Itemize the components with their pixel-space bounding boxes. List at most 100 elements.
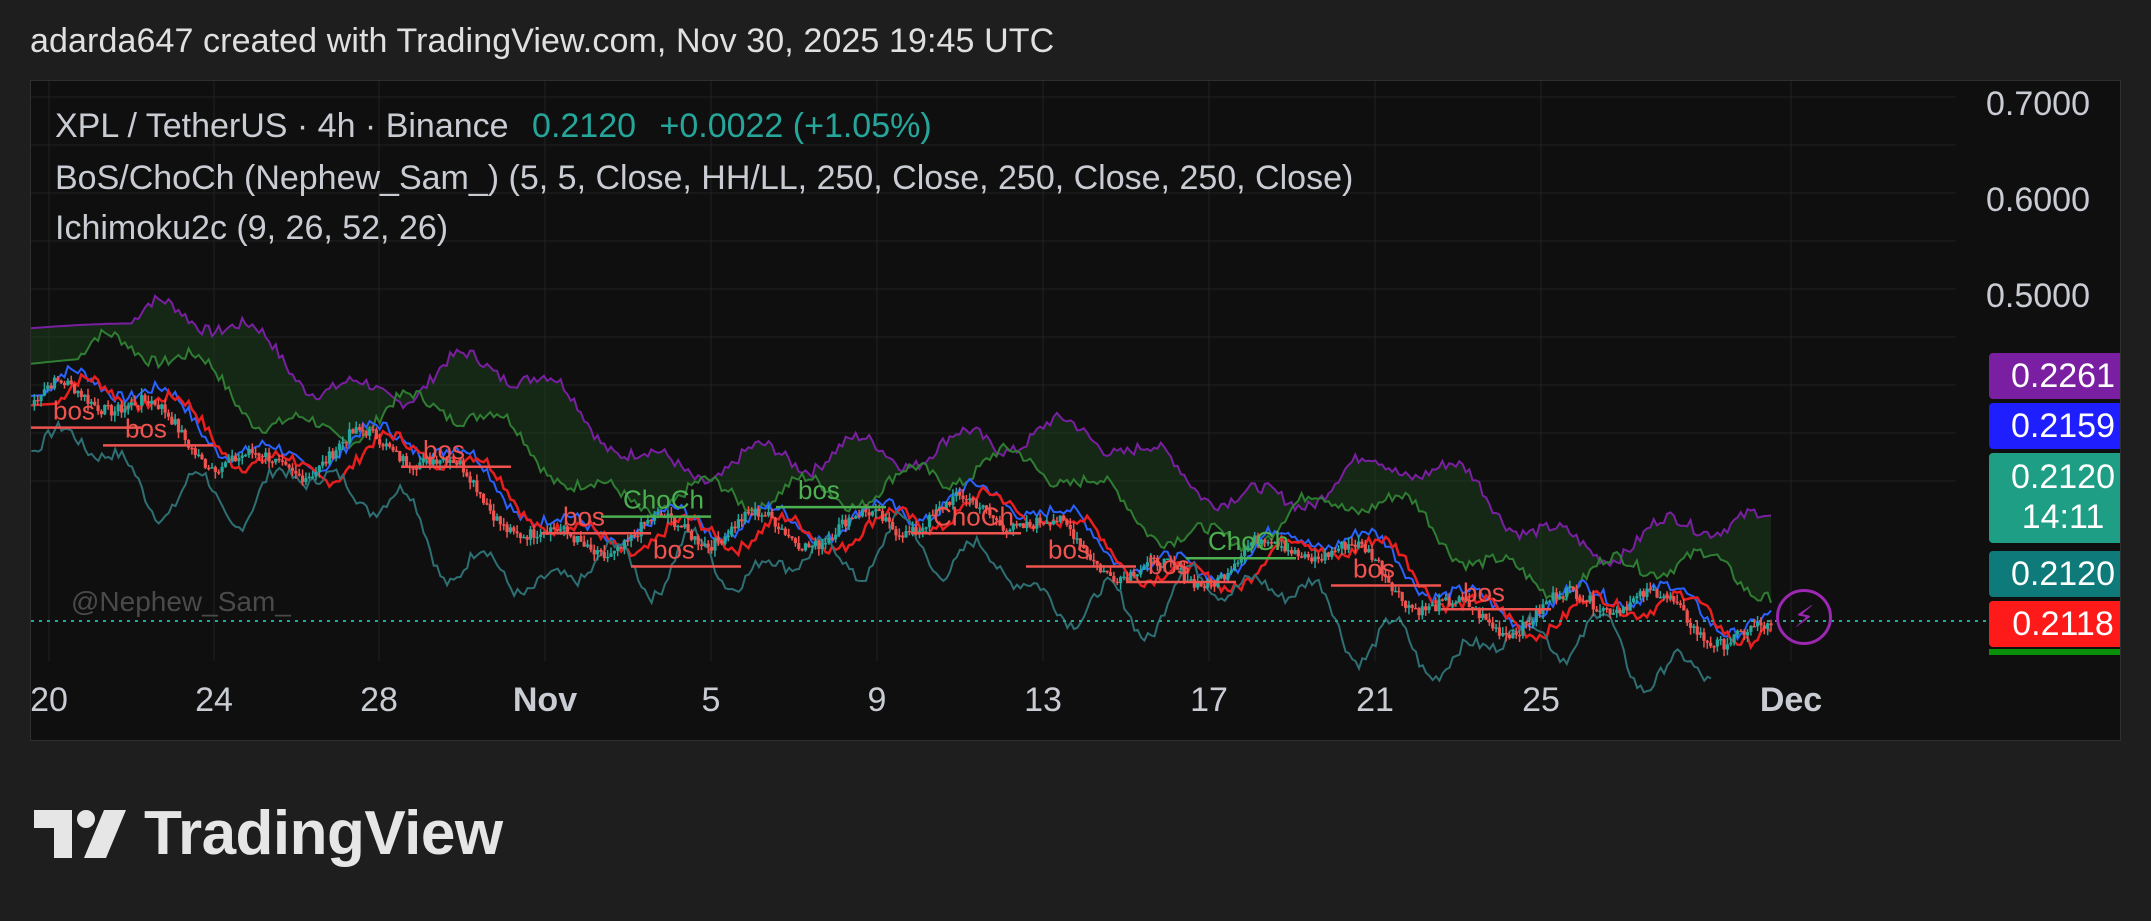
candle-body <box>844 519 848 527</box>
candle-body <box>770 511 774 519</box>
candle-body <box>1558 596 1562 599</box>
candle-body <box>1333 550 1337 553</box>
candle-body <box>592 549 596 555</box>
candle-body <box>1125 576 1129 581</box>
time-axis-label: 25 <box>1522 681 1560 719</box>
candle-body <box>1605 608 1609 610</box>
legend-symbol-row[interactable]: XPL / TetherUS · 4h · Binance 0.2120 +0.… <box>55 107 932 146</box>
candle-body <box>1742 631 1746 636</box>
candle-body <box>1236 562 1240 565</box>
time-axis-label: Nov <box>512 681 578 719</box>
candle-body <box>1739 630 1743 633</box>
candle-body <box>518 533 523 539</box>
candle-body <box>803 543 808 551</box>
lightning-icon[interactable]: ⚡ <box>1776 589 1832 645</box>
candle-body <box>1031 525 1036 529</box>
candle-body <box>1350 544 1354 546</box>
legend-bos-choch[interactable]: BoS/ChoCh (Nephew_Sam_) (5, 5, Close, HH… <box>55 159 1353 198</box>
candle-body <box>595 550 600 555</box>
candle-body <box>227 461 231 463</box>
candle-body <box>1517 634 1522 637</box>
candle-body <box>1571 586 1575 590</box>
candle-body <box>197 454 201 457</box>
candle-body <box>1129 571 1133 581</box>
candle-body <box>1058 515 1062 522</box>
legend-ichimoku[interactable]: Ichimoku2c (9, 26, 52, 26) <box>55 209 448 248</box>
candle-body <box>961 495 965 499</box>
candle-body <box>374 429 378 440</box>
candle-body <box>1397 590 1401 593</box>
candle-body <box>1668 596 1673 598</box>
symbol-name[interactable]: XPL / TetherUS · 4h · Binance <box>55 107 509 145</box>
candle-body <box>1440 599 1445 601</box>
bar-countdown: 14:11 <box>2021 498 2105 536</box>
candle-body <box>800 548 804 551</box>
price-axis-label: 0.6000 <box>1986 181 2090 219</box>
candle-body <box>1769 623 1773 626</box>
candle-body <box>217 471 221 474</box>
candle-body <box>706 543 710 548</box>
candle-body <box>1544 601 1548 605</box>
candle-body <box>482 493 486 504</box>
candle-body <box>1618 609 1622 614</box>
candle-body <box>830 538 834 540</box>
candle-body <box>1122 576 1126 579</box>
candle-body <box>1688 622 1693 628</box>
price-axis-label: 0.7000 <box>1986 85 2090 123</box>
candle-body <box>1551 592 1555 601</box>
time-axis-label: 20 <box>30 681 68 719</box>
candle-body <box>264 452 268 458</box>
author-watermark: @Nephew_Sam_ <box>71 586 291 617</box>
candle-body <box>505 524 509 533</box>
candle-body <box>720 540 724 544</box>
candle-body <box>327 451 331 464</box>
chart-pane[interactable]: bos bos bos bos bos ChoCh bos ChoCh bos bos ChoCh b… <box>30 80 2121 741</box>
candle-body <box>1434 604 1438 612</box>
ichimoku-cloud <box>31 295 1771 603</box>
candle-body <box>337 443 342 451</box>
candle-body <box>1028 521 1032 526</box>
candle-body <box>1417 608 1421 616</box>
time-axis-label: Dec <box>1759 681 1823 719</box>
candle-body <box>753 508 757 515</box>
candle-body <box>260 455 264 458</box>
candle-body <box>207 467 211 470</box>
candle-body <box>1323 552 1327 561</box>
candle-body <box>176 419 181 433</box>
candle-body <box>750 513 754 516</box>
candle-body <box>1303 554 1307 558</box>
candle-body <box>126 405 130 409</box>
candle-body <box>371 429 375 431</box>
candle-body <box>1715 639 1719 647</box>
candle-body <box>642 522 647 524</box>
candle-body <box>300 475 305 483</box>
candle-body <box>1306 554 1310 558</box>
candle-body <box>62 382 67 386</box>
candle-body <box>1407 605 1411 608</box>
candle-body <box>388 443 392 447</box>
bos-label: bos <box>1463 577 1505 607</box>
candle-body <box>1615 609 1619 614</box>
candle-body <box>1548 600 1552 603</box>
candle-body <box>1035 517 1039 529</box>
candle-body <box>478 492 482 494</box>
candle-body <box>1507 634 1512 639</box>
candle-body <box>69 380 73 384</box>
candle-body <box>508 527 513 533</box>
candle-body <box>525 536 529 540</box>
candle-body <box>1025 521 1029 529</box>
candle-body <box>1346 544 1351 550</box>
candle-body <box>140 395 144 406</box>
bos-label: bos <box>125 413 167 443</box>
candle-body <box>1219 574 1223 578</box>
candle-body <box>304 478 308 483</box>
tradingview-logo[interactable]: TradingView <box>34 798 503 869</box>
candle-body <box>1655 589 1659 598</box>
candle-body <box>113 411 117 416</box>
candle-body <box>1343 542 1347 550</box>
candle-body <box>485 503 489 505</box>
candle-body <box>1212 582 1217 587</box>
candle-body <box>673 517 677 528</box>
candle-body <box>823 543 828 545</box>
candle-body <box>166 412 171 417</box>
